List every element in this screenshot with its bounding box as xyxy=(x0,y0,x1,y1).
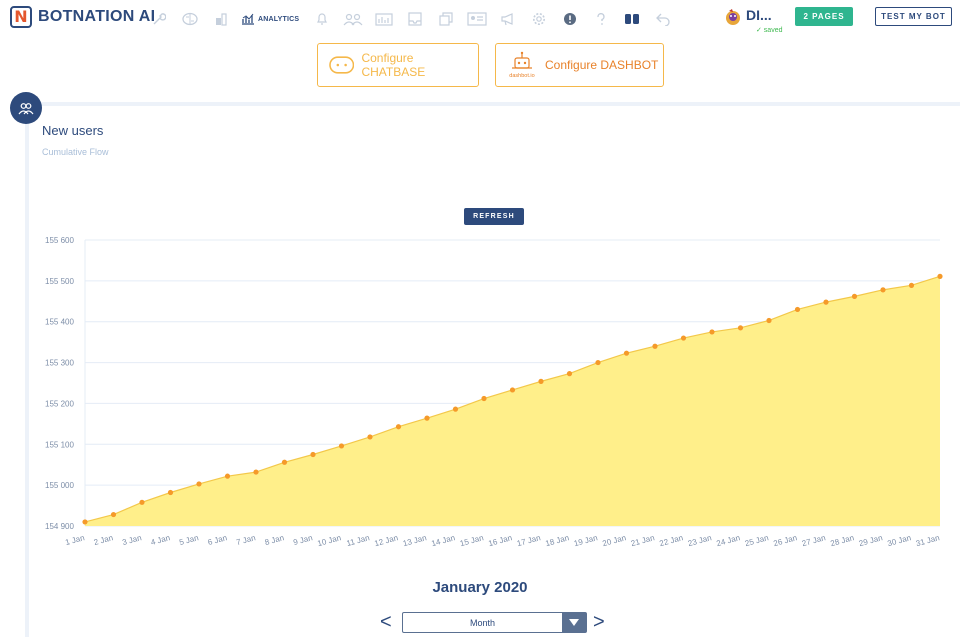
y-tick-label: 154 900 xyxy=(45,522,74,531)
x-tick-label: 7 Jan xyxy=(235,533,256,547)
data-point xyxy=(196,481,202,487)
data-point xyxy=(709,329,715,335)
x-tick-label: 11 Jan xyxy=(346,533,371,548)
data-point xyxy=(566,371,573,377)
x-tick-label: 20 Jan xyxy=(601,533,627,548)
x-tick-label: 17 Jan xyxy=(516,533,542,548)
period-title: January 2020 xyxy=(432,579,528,596)
x-tick-label: 25 Jan xyxy=(744,533,770,548)
x-tick-label: 12 Jan xyxy=(373,533,399,548)
data-point xyxy=(253,469,259,475)
data-point xyxy=(338,443,345,449)
x-tick-label: 27 Jan xyxy=(801,533,827,548)
chevron-down-icon xyxy=(562,613,586,632)
previous-period-button[interactable]: < xyxy=(380,612,392,632)
x-tick-label: 1 Jan xyxy=(64,533,85,547)
data-point xyxy=(766,317,772,324)
x-tick-label: 9 Jan xyxy=(292,533,313,547)
y-tick-label: 155 400 xyxy=(45,318,74,327)
data-point xyxy=(794,306,801,313)
x-tick-label: 14 Jan xyxy=(430,533,456,548)
data-point xyxy=(367,434,373,440)
x-tick-label: 29 Jan xyxy=(858,533,884,548)
data-point xyxy=(395,424,402,430)
x-tick-label: 18 Jan xyxy=(544,533,570,548)
x-tick-label: 30 Jan xyxy=(886,533,912,548)
data-point xyxy=(595,359,601,366)
data-point xyxy=(680,335,687,341)
x-tick-label: 10 Jan xyxy=(316,533,342,548)
y-tick-label: 155 600 xyxy=(45,236,74,245)
x-tick-label: 4 Jan xyxy=(150,533,171,547)
data-point xyxy=(880,287,886,293)
data-point xyxy=(937,273,943,279)
data-point xyxy=(224,473,231,479)
y-tick-label: 155 500 xyxy=(45,277,74,286)
data-point xyxy=(823,299,829,305)
x-tick-label: 6 Jan xyxy=(207,533,228,547)
data-point xyxy=(424,415,430,421)
data-point xyxy=(623,350,630,356)
x-tick-label: 8 Jan xyxy=(264,533,285,547)
data-point xyxy=(509,387,516,393)
y-tick-label: 155 200 xyxy=(45,399,74,408)
new-users-chart: 154 900 155 000 155 100 155 200 155 300 155 4… xyxy=(45,236,943,548)
data-point xyxy=(652,343,658,349)
y-tick-label: 155 300 xyxy=(45,359,74,368)
users-section-icon[interactable] xyxy=(10,92,42,124)
x-tick-label: 5 Jan xyxy=(178,533,199,547)
x-tick-label: 15 Jan xyxy=(459,533,485,548)
data-point xyxy=(82,519,88,525)
next-period-button[interactable]: > xyxy=(593,612,605,632)
x-tick-label: 26 Jan xyxy=(772,533,798,548)
y-tick-label: 155 000 xyxy=(45,481,74,490)
period-select-value: Month xyxy=(469,617,495,628)
data-point xyxy=(481,395,487,402)
x-tick-label: 28 Jan xyxy=(829,533,855,548)
x-tick-label: 3 Jan xyxy=(121,533,142,547)
x-tick-label: 19 Jan xyxy=(573,533,599,548)
period-select[interactable]: Month xyxy=(402,612,587,633)
x-tick-label: 13 Jan xyxy=(402,533,428,548)
data-point xyxy=(737,325,744,331)
x-tick-label: 22 Jan xyxy=(658,533,684,548)
data-point xyxy=(851,293,858,299)
x-tick-label: 16 Jan xyxy=(487,533,513,548)
data-point xyxy=(281,459,288,465)
data-point xyxy=(167,489,174,496)
data-point xyxy=(908,282,915,288)
data-point xyxy=(110,511,117,518)
x-tick-label: 21 Jan xyxy=(630,533,656,548)
data-point xyxy=(310,451,316,458)
x-tick-label: 23 Jan xyxy=(687,533,713,548)
x-tick-label: 31 Jan xyxy=(915,533,941,548)
x-tick-label: 24 Jan xyxy=(715,533,741,548)
series-area xyxy=(85,276,940,526)
data-point xyxy=(538,378,544,384)
data-point xyxy=(452,406,459,412)
x-tick-label: 2 Jan xyxy=(93,533,114,547)
data-point xyxy=(139,499,145,505)
y-tick-label: 155 100 xyxy=(45,440,74,449)
